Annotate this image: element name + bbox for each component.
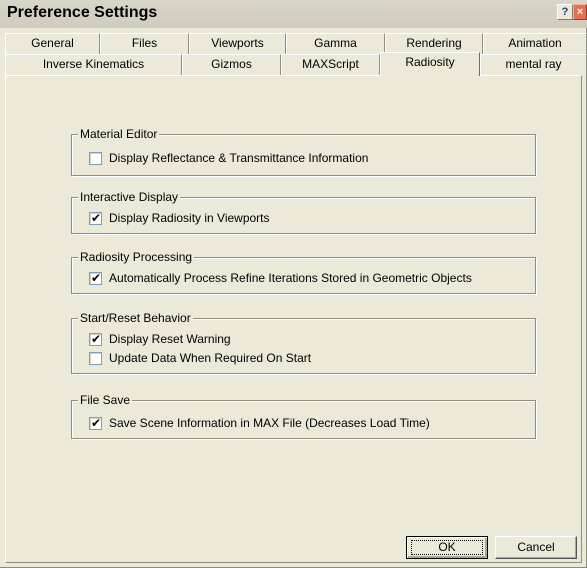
close-icon[interactable]: × — [573, 4, 587, 20]
tab-files[interactable]: Files — [100, 33, 189, 54]
checkbox-label: Automatically Process Refine Iterations … — [109, 271, 472, 285]
tab-gizmos[interactable]: Gizmos — [182, 54, 281, 75]
check-icon: ✔ — [91, 416, 102, 430]
group-material-editor: Material Editor Display Reflectance & Tr… — [71, 127, 536, 176]
checkbox-box[interactable]: ✔ — [89, 332, 102, 346]
tab-mental-ray[interactable]: mental ray — [480, 54, 587, 75]
tab-inverse-kinematics[interactable]: Inverse Kinematics — [5, 54, 182, 75]
check-icon: ✔ — [91, 271, 102, 285]
group-interactive-display: Interactive Display ✔ Display Radiosity … — [71, 190, 536, 234]
group-title: Interactive Display — [78, 190, 181, 204]
group-title: File Save — [78, 393, 133, 407]
tab-gamma[interactable]: Gamma — [286, 33, 385, 54]
checkbox-label: Display Reset Warning — [109, 332, 231, 346]
title-bar[interactable]: Preference Settings ? × — [0, 0, 587, 28]
group-title: Radiosity Processing — [78, 250, 195, 264]
group-radiosity-processing: Radiosity Processing ✔ Automatically Pro… — [71, 250, 536, 294]
ok-button[interactable]: OK — [406, 536, 488, 559]
checkbox-label: Display Radiosity in Viewports — [109, 211, 270, 225]
checkbox-label: Save Scene Information in MAX File (Decr… — [109, 416, 430, 430]
help-icon[interactable]: ? — [557, 4, 573, 20]
group-title: Start/Reset Behavior — [78, 311, 193, 325]
checkbox-box[interactable]: ✔ — [89, 211, 102, 225]
check-icon: ✔ — [91, 211, 102, 225]
checkbox-box[interactable]: ✔ — [89, 416, 102, 430]
tab-maxscript[interactable]: MAXScript — [281, 54, 380, 75]
checkbox-box[interactable]: ✔ — [89, 271, 102, 285]
group-title: Material Editor — [78, 127, 160, 141]
group-file-save: File Save ✔ Save Scene Information in MA… — [71, 393, 536, 439]
group-start-reset-behavior: Start/Reset Behavior ✔ Display Reset War… — [71, 311, 536, 374]
preference-settings-dialog: Preference Settings ? × General Files Vi… — [0, 0, 587, 568]
cancel-button[interactable]: Cancel — [495, 536, 577, 559]
tab-viewports[interactable]: Viewports — [189, 33, 286, 54]
checkbox-box[interactable] — [89, 352, 102, 365]
focus-rectangle — [411, 540, 483, 555]
tab-general[interactable]: General — [5, 33, 100, 54]
dialog-title: Preference Settings — [7, 4, 158, 21]
radiosity-tab-panel: Material Editor Display Reflectance & Tr… — [5, 75, 582, 563]
tab-rendering[interactable]: Rendering — [385, 33, 483, 54]
tab-radiosity[interactable]: Radiosity — [380, 52, 480, 76]
check-icon: ✔ — [91, 332, 102, 346]
tab-animation[interactable]: Animation — [483, 33, 587, 54]
checkbox-label: Display Reflectance & Transmittance Info… — [109, 151, 369, 165]
checkbox-box[interactable] — [89, 152, 102, 165]
checkbox-label: Update Data When Required On Start — [109, 351, 312, 365]
